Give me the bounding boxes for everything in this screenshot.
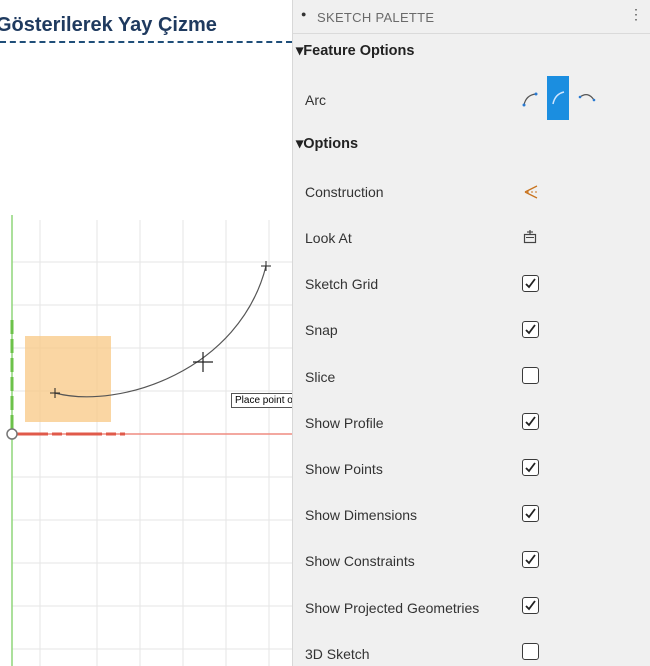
palette-bullet-icon: ● [301,9,307,19]
snap-label: Snap [305,322,338,338]
arc-label: Arc [305,92,326,108]
center-point-arc-icon[interactable] [578,91,596,105]
show-dimensions-checkbox[interactable] [522,505,539,522]
palette-header[interactable]: ● SKETCH PALETTE ⋮ [293,0,650,34]
feature-options-label: Feature Options [303,43,415,59]
checkmark-icon [525,462,536,473]
checkmark-icon [525,324,536,335]
options-header[interactable]: ▾Options [296,136,358,152]
look-at-icon[interactable] [522,229,538,245]
sketch-grid-checkbox[interactable] [522,275,539,292]
palette-menu-icon[interactable]: ⋮ [629,6,643,23]
show-profile-label: Show Profile [305,415,384,431]
show-points-checkbox[interactable] [522,459,539,476]
show-dimensions-label: Show Dimensions [305,507,418,523]
tangent-arc-button[interactable] [547,76,569,120]
feature-options-header[interactable]: ▾Feature Options [296,43,414,59]
3d-sketch-label: 3D Sketch [305,646,370,662]
three-point-arc-icon[interactable] [522,91,538,107]
sketch-grid-label: Sketch Grid [305,276,379,292]
sketch-grid [12,220,292,666]
show-constraints-label: Show Constraints [305,553,415,569]
show-constraints-checkbox[interactable] [522,551,539,568]
construction-icon[interactable] [523,184,539,200]
palette-title: SKETCH PALETTE [317,10,435,25]
sketch-palette: ● SKETCH PALETTE ⋮ ▾Feature Options Arc … [292,0,650,666]
options-label: Options [303,136,359,152]
checkmark-icon [525,278,536,289]
checkmark-icon [525,508,536,519]
checkmark-icon [525,600,536,611]
cursor-crosshair-icon [193,352,213,372]
slice-label: Slice [305,369,336,385]
profile-rectangle [25,336,111,422]
document-title: Gösterilerek Yay Çizme [0,14,217,36]
checkmark-icon [525,416,536,427]
look-at-label: Look At [305,230,352,246]
slice-checkbox[interactable] [522,367,539,384]
title-underline [0,41,292,43]
show-projected-geometries-label: Show Projected Geometries [305,600,480,616]
3d-sketch-checkbox[interactable] [522,643,539,660]
construction-label: Construction [305,184,384,200]
checkmark-icon [525,554,536,565]
show-profile-checkbox[interactable] [522,413,539,430]
origin-point [6,428,18,440]
show-projected-geometries-checkbox[interactable] [522,597,539,614]
snap-checkbox[interactable] [522,321,539,338]
show-points-label: Show Points [305,461,383,477]
